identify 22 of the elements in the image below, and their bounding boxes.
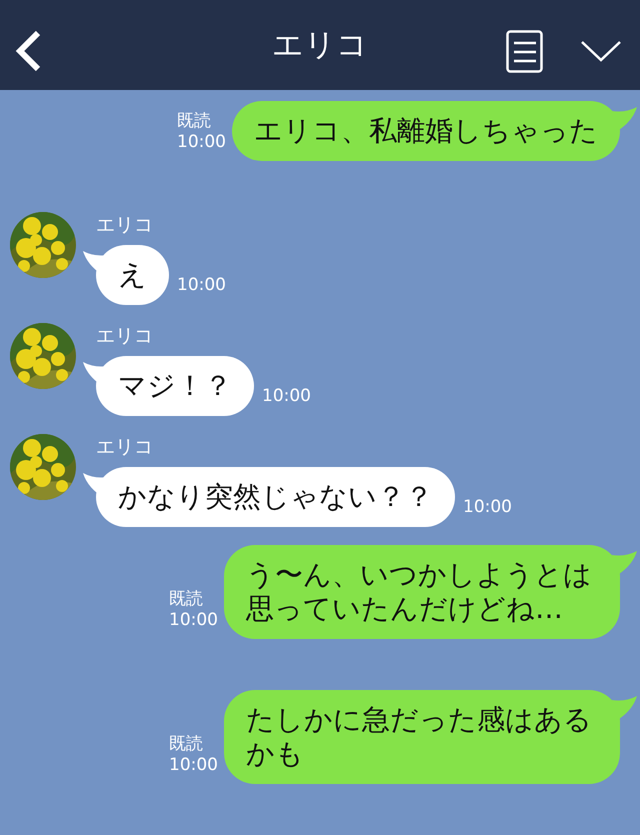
message-bubble: え [96,245,169,305]
message-time: 10:00 [177,275,226,295]
read-receipt: 既読 [177,111,212,132]
message-bubble: マジ！？ [96,356,254,416]
back-icon[interactable] [14,30,42,72]
message-time: 10:00 [177,132,226,153]
chevron-down-icon[interactable] [580,40,622,62]
sender-name: エリコ [96,214,154,236]
read-receipt: 既読 [169,589,204,610]
sender-name: エリコ [96,436,154,458]
message-bubble: エリコ、私離婚しちゃった [232,101,620,161]
message-time: 10:00 [169,755,218,776]
read-receipt: 既読 [169,734,204,755]
message-bubble: う〜ん、いつかしようとは思っていたんだけどね… [224,545,620,639]
chat-title: エリコ [272,26,368,65]
message-time: 10:00 [169,610,218,631]
message-time: 10:00 [262,386,311,406]
message-time: 10:00 [463,497,512,517]
message-bubble: かなり突然じゃない？？ [96,467,455,527]
menu-icon[interactable] [506,30,544,73]
sender-name: エリコ [96,325,154,347]
message-bubble: たしかに急だった感はあるかも [224,690,620,784]
